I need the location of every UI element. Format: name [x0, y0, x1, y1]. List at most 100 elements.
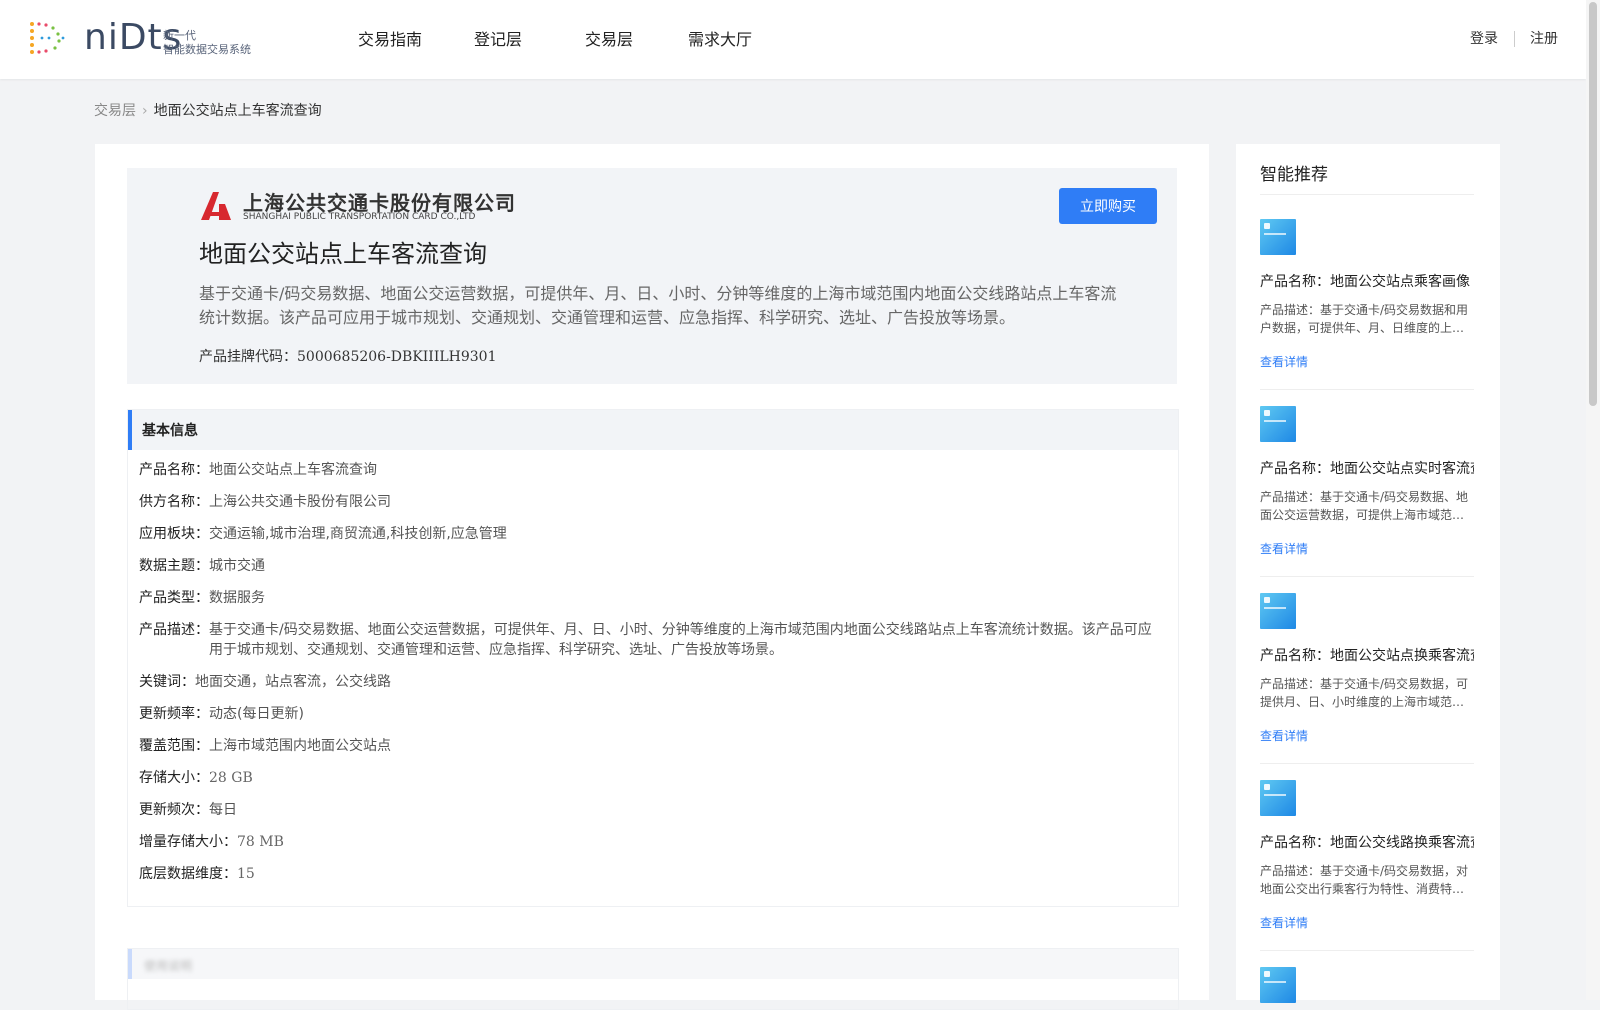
product-listing-code: 产品挂牌代码：5000685206-DBKIIILH9301 — [199, 346, 497, 366]
breadcrumb-current: 地面公交站点上车客流查询 — [153, 103, 322, 119]
thumbnail-line — [1264, 607, 1286, 609]
thumbnail-dot — [1264, 597, 1270, 603]
thumbnail-line — [1264, 981, 1286, 983]
login-link[interactable]: 登录 — [1470, 0, 1498, 79]
recommendation-item-divider — [1260, 950, 1474, 951]
info-row-description: 产品描述： 基于交通卡/码交易数据、地面公交运营数据，可提供年、月、日、小时、分钟… — [139, 620, 1159, 660]
recommendation-item-divider — [1260, 576, 1474, 577]
product-thumbnail[interactable] — [1260, 219, 1296, 255]
info-key: 产品名称： — [139, 462, 209, 478]
basic-info-section: 基本信息 产品名称： 地面公交站点上车客流查询 供方名称： 上海公共交通卡股份有限公… — [127, 409, 1179, 907]
info-row-data-theme: 数据主题： 城市交通 — [139, 556, 1159, 576]
view-details-link[interactable]: 查看详情 — [1260, 727, 1308, 744]
info-row-incremental-size: 增量存储大小： 78 MB — [139, 832, 1159, 852]
basic-info-heading: 基本信息 — [142, 423, 198, 439]
logo-subtitle: 新一代 智能数据交易系统 — [163, 29, 251, 57]
view-details-link[interactable]: 查看详情 — [1260, 540, 1308, 557]
recommendation-desc: 产品描述：基于交通卡/码交易数据，可提供月、日、小时维度的上海市域范围内地面公交… — [1260, 677, 1469, 709]
recommendation-panel: 智能推荐 产品名称：地面公交站点乘客画像 产品描述：基于交通卡/码交易数据和用户… — [1236, 144, 1500, 1003]
info-key: 供方名称： — [139, 494, 209, 510]
product-hero: 上海公共交通卡股份有限公司 SHANGHAI PUBLIC TRANSPORTA… — [127, 168, 1177, 384]
thumbnail-line — [1264, 233, 1286, 235]
info-value: 数据服务 — [209, 590, 265, 606]
info-key: 更新频次： — [139, 802, 209, 818]
info-value: 78 MB — [237, 834, 284, 850]
info-value: 上海市域范围内地面公交站点 — [209, 738, 391, 754]
thumbnail-dot — [1264, 223, 1270, 229]
product-thumbnail[interactable] — [1260, 780, 1296, 816]
info-value: 交通运输,城市治理,商贸流通,科技创新,应急管理 — [209, 526, 507, 542]
info-row-product-type: 产品类型： 数据服务 — [139, 588, 1159, 608]
recommendation-divider — [1260, 194, 1474, 195]
company-logo-icon — [201, 192, 231, 220]
info-value: 地面公交站点上车客流查询 — [209, 462, 377, 478]
info-key: 覆盖范围： — [139, 738, 209, 754]
info-key: 更新频率： — [139, 706, 209, 722]
info-row-product-name: 产品名称： 地面公交站点上车客流查询 — [139, 460, 1159, 480]
info-value: 每日 — [209, 802, 237, 818]
listing-code-label: 产品挂牌代码： — [199, 349, 297, 365]
register-link[interactable]: 注册 — [1530, 0, 1558, 79]
thumbnail-dot — [1264, 784, 1270, 790]
recommendation-name[interactable]: 产品名称：地面公交站点换乘客流查询 — [1260, 645, 1474, 665]
thumbnail-line — [1264, 420, 1286, 422]
info-row-coverage: 覆盖范围： 上海市域范围内地面公交站点 — [139, 736, 1159, 756]
basic-info-header: 基本信息 — [128, 410, 1178, 450]
nav-demand-hall[interactable]: 需求大厅 — [688, 0, 752, 79]
product-thumbnail[interactable] — [1260, 406, 1296, 442]
info-row-update-cadence: 更新频次： 每日 — [139, 800, 1159, 820]
thumbnail-line — [1264, 794, 1286, 796]
info-value: 地面交通，站点客流，公交线路 — [195, 674, 391, 690]
info-value: 上海公共交通卡股份有限公司 — [209, 494, 391, 510]
recommendation-name[interactable]: 产品名称：地面公交站点实时客流查询 — [1260, 458, 1474, 478]
scrollbar-thumb[interactable] — [1589, 2, 1597, 406]
nav-trading-layer[interactable]: 交易层 — [585, 0, 633, 79]
breadcrumb-trading-layer[interactable]: 交易层 — [94, 103, 136, 119]
basic-info-rows: 产品名称： 地面公交站点上车客流查询 供方名称： 上海公共交通卡股份有限公司 应用板… — [139, 460, 1159, 896]
buy-now-button[interactable]: 立即购买 — [1059, 188, 1157, 224]
product-thumbnail[interactable] — [1260, 593, 1296, 629]
usage-section: 使用说明 — [127, 948, 1179, 1010]
info-key: 增量存储大小： — [139, 834, 237, 850]
nav-registration-layer[interactable]: 登记层 — [474, 0, 522, 79]
recommendation-name[interactable]: 产品名称：地面公交线路换乘客流查询 — [1260, 832, 1474, 852]
product-detail-card: 上海公共交通卡股份有限公司 SHANGHAI PUBLIC TRANSPORTA… — [95, 144, 1209, 1010]
auth-divider — [1514, 31, 1515, 47]
company-name-en: SHANGHAI PUBLIC TRANSPORTATION CARD CO.,… — [243, 212, 476, 222]
top-header: niDts 新一代 智能数据交易系统 交易指南 登记层 交易层 需求大厅 登录 … — [0, 0, 1586, 79]
recommendation-name[interactable]: 产品名称：地面公交站点乘客画像 — [1260, 271, 1474, 291]
info-key: 数据主题： — [139, 558, 209, 574]
page-scrollbar[interactable] — [1586, 0, 1600, 1000]
recommendation-desc: 产品描述：基于交通卡/码交易数据、地面公交运营数据，可提供上海市域范围内地面公交… — [1260, 490, 1469, 522]
info-row-keywords: 关键词： 地面交通，站点客流，公交线路 — [139, 672, 1159, 692]
product-title: 地面公交站点上车客流查询 — [199, 240, 487, 268]
recommendation-title: 智能推荐 — [1260, 165, 1328, 185]
info-row-supplier: 供方名称： 上海公共交通卡股份有限公司 — [139, 492, 1159, 512]
thumbnail-dot — [1264, 971, 1270, 977]
info-value: 15 — [237, 866, 255, 882]
info-value: 动态(每日更新) — [209, 706, 304, 722]
recommendation-item-divider — [1260, 389, 1474, 390]
info-key: 产品描述： — [139, 622, 209, 638]
recommendation-desc: 产品描述：基于交通卡/码交易数据，对地面公交出行乘客行为特性、消费特征进行分析。 — [1260, 864, 1469, 896]
view-details-link[interactable]: 查看详情 — [1260, 914, 1308, 931]
product-description: 基于交通卡/码交易数据、地面公交运营数据，可提供年、月、日、小时、分钟等维度的上… — [199, 284, 1117, 327]
recommendation-desc: 产品描述：基于交通卡/码交易数据和用户数据，可提供年、月、日维度的上海市域范围内… — [1260, 303, 1469, 335]
nidts-logo-icon[interactable] — [28, 20, 68, 58]
info-key: 关键词： — [139, 674, 195, 690]
usage-section-heading: 使用说明 — [144, 959, 193, 973]
info-key: 产品类型： — [139, 590, 209, 606]
info-key: 底层数据维度： — [139, 866, 237, 882]
info-row-storage-size: 存储大小： 28 GB — [139, 768, 1159, 788]
chevron-right-icon: › — [142, 103, 148, 119]
usage-section-header: 使用说明 — [128, 949, 1178, 979]
thumbnail-dot — [1264, 410, 1270, 416]
nav-trade-guide[interactable]: 交易指南 — [358, 0, 422, 79]
product-thumbnail[interactable] — [1260, 967, 1296, 1003]
info-row-sectors: 应用板块： 交通运输,城市治理,商贸流通,科技创新,应急管理 — [139, 524, 1159, 544]
info-value: 城市交通 — [209, 558, 265, 574]
view-details-link[interactable]: 查看详情 — [1260, 353, 1308, 370]
recommendation-item-divider — [1260, 763, 1474, 764]
listing-code-value: 5000685206-DBKIIILH9301 — [297, 349, 497, 365]
info-value: 28 GB — [209, 770, 253, 786]
